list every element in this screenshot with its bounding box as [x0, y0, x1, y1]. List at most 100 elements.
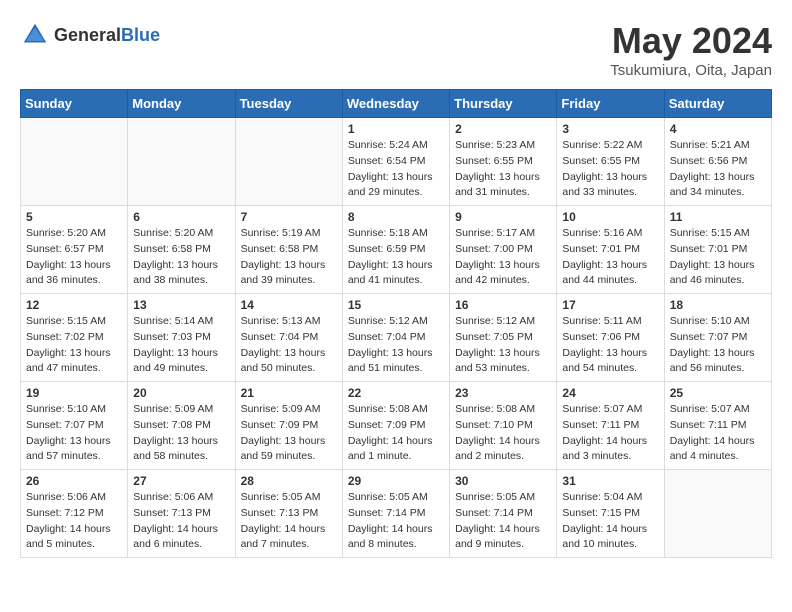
day-info: Sunrise: 5:18 AMSunset: 6:59 PMDaylight:… [348, 226, 444, 289]
day-number: 10 [562, 210, 658, 224]
day-number: 22 [348, 386, 444, 400]
day-number: 25 [670, 386, 766, 400]
calendar-day-cell: 31Sunrise: 5:04 AMSunset: 7:15 PMDayligh… [557, 470, 664, 558]
calendar-day-cell [128, 118, 235, 206]
day-number: 21 [241, 386, 337, 400]
calendar-day-cell: 4 Sunrise: 5:21 AMSunset: 6:56 PMDaylight… [664, 118, 771, 206]
calendar-week-row: 1 Sunrise: 5:24 AMSunset: 6:54 PMDaylight… [21, 118, 772, 206]
title-block: May 2024 Tsukumiura, Oita, Japan [610, 20, 772, 79]
day-info: Sunrise: 5:06 AMSunset: 7:13 PMDaylight:… [133, 490, 229, 553]
day-info: Sunrise: 5:15 AMSunset: 7:02 PMDaylight:… [26, 314, 122, 377]
day-info: Sunrise: 5:21 AMSunset: 6:56 PMDaylight:… [670, 138, 766, 201]
day-info: Sunrise: 5:19 AMSunset: 6:58 PMDaylight:… [241, 226, 337, 289]
day-info: Sunrise: 5:16 AMSunset: 7:01 PMDaylight:… [562, 226, 658, 289]
calendar-week-row: 12 Sunrise: 5:15 AMSunset: 7:02 PMDayligh… [21, 294, 772, 382]
day-number: 1 [348, 122, 444, 136]
calendar-day-cell: 13 Sunrise: 5:14 AMSunset: 7:03 PMDayligh… [128, 294, 235, 382]
day-number: 6 [133, 210, 229, 224]
calendar-day-cell: 17 Sunrise: 5:11 AMSunset: 7:06 PMDayligh… [557, 294, 664, 382]
calendar-day-cell: 25 Sunrise: 5:07 AMSunset: 7:11 PMDayligh… [664, 382, 771, 470]
logo-general: General [54, 25, 121, 46]
day-info: Sunrise: 5:08 AMSunset: 7:09 PMDaylight:… [348, 402, 444, 465]
day-info: Sunrise: 5:05 AMSunset: 7:13 PMDaylight:… [241, 490, 337, 553]
day-number: 7 [241, 210, 337, 224]
calendar-week-row: 26 Sunrise: 5:06 AMSunset: 7:12 PMDayligh… [21, 470, 772, 558]
day-number: 31 [562, 474, 658, 488]
day-number: 8 [348, 210, 444, 224]
day-number: 16 [455, 298, 551, 312]
day-info: Sunrise: 5:11 AMSunset: 7:06 PMDaylight:… [562, 314, 658, 377]
day-number: 14 [241, 298, 337, 312]
day-info: Sunrise: 5:20 AMSunset: 6:58 PMDaylight:… [133, 226, 229, 289]
day-info: Sunrise: 5:10 AMSunset: 7:07 PMDaylight:… [26, 402, 122, 465]
calendar-week-row: 19 Sunrise: 5:10 AMSunset: 7:07 PMDayligh… [21, 382, 772, 470]
logo-icon [20, 20, 50, 50]
calendar-week-row: 5 Sunrise: 5:20 AMSunset: 6:57 PMDaylight… [21, 206, 772, 294]
calendar-day-cell: 22 Sunrise: 5:08 AMSunset: 7:09 PMDayligh… [342, 382, 449, 470]
day-number: 5 [26, 210, 122, 224]
calendar-day-cell: 29Sunrise: 5:05 AMSunset: 7:14 PMDayligh… [342, 470, 449, 558]
day-number: 30 [455, 474, 551, 488]
day-number: 4 [670, 122, 766, 136]
weekday-header: Thursday [450, 90, 557, 118]
calendar-day-cell: 12 Sunrise: 5:15 AMSunset: 7:02 PMDayligh… [21, 294, 128, 382]
calendar-day-cell: 18 Sunrise: 5:10 AMSunset: 7:07 PMDayligh… [664, 294, 771, 382]
weekday-header-row: SundayMondayTuesdayWednesdayThursdayFrid… [21, 90, 772, 118]
day-number: 28 [241, 474, 337, 488]
day-info: Sunrise: 5:14 AMSunset: 7:03 PMDaylight:… [133, 314, 229, 377]
calendar-day-cell: 9 Sunrise: 5:17 AMSunset: 7:00 PMDaylight… [450, 206, 557, 294]
calendar-day-cell: 11Sunrise: 5:15 AMSunset: 7:01 PMDayligh… [664, 206, 771, 294]
day-number: 9 [455, 210, 551, 224]
day-number: 29 [348, 474, 444, 488]
day-number: 15 [348, 298, 444, 312]
calendar-subtitle: Tsukumiura, Oita, Japan [610, 62, 772, 79]
calendar-table: SundayMondayTuesdayWednesdayThursdayFrid… [20, 89, 772, 558]
day-info: Sunrise: 5:07 AMSunset: 7:11 PMDaylight:… [670, 402, 766, 465]
day-info: Sunrise: 5:23 AMSunset: 6:55 PMDaylight:… [455, 138, 551, 201]
calendar-day-cell: 28 Sunrise: 5:05 AMSunset: 7:13 PMDayligh… [235, 470, 342, 558]
day-number: 27 [133, 474, 229, 488]
day-number: 17 [562, 298, 658, 312]
logo-text: General Blue [54, 25, 160, 46]
calendar-day-cell: 7 Sunrise: 5:19 AMSunset: 6:58 PMDaylight… [235, 206, 342, 294]
day-info: Sunrise: 5:05 AMSunset: 7:14 PMDaylight:… [455, 490, 551, 553]
day-info: Sunrise: 5:22 AMSunset: 6:55 PMDaylight:… [562, 138, 658, 201]
calendar-day-cell: 23Sunrise: 5:08 AMSunset: 7:10 PMDayligh… [450, 382, 557, 470]
calendar-day-cell [21, 118, 128, 206]
day-info: Sunrise: 5:20 AMSunset: 6:57 PMDaylight:… [26, 226, 122, 289]
day-number: 2 [455, 122, 551, 136]
calendar-day-cell: 26 Sunrise: 5:06 AMSunset: 7:12 PMDayligh… [21, 470, 128, 558]
day-number: 20 [133, 386, 229, 400]
day-info: Sunrise: 5:07 AMSunset: 7:11 PMDaylight:… [562, 402, 658, 465]
calendar-day-cell: 19 Sunrise: 5:10 AMSunset: 7:07 PMDayligh… [21, 382, 128, 470]
day-info: Sunrise: 5:17 AMSunset: 7:00 PMDaylight:… [455, 226, 551, 289]
calendar-day-cell: 20 Sunrise: 5:09 AMSunset: 7:08 PMDayligh… [128, 382, 235, 470]
logo-blue: Blue [121, 25, 160, 46]
calendar-day-cell: 8 Sunrise: 5:18 AMSunset: 6:59 PMDaylight… [342, 206, 449, 294]
day-number: 24 [562, 386, 658, 400]
calendar-day-cell [235, 118, 342, 206]
day-number: 23 [455, 386, 551, 400]
calendar-day-cell: 10 Sunrise: 5:16 AMSunset: 7:01 PMDayligh… [557, 206, 664, 294]
day-number: 12 [26, 298, 122, 312]
calendar-day-cell: 2 Sunrise: 5:23 AMSunset: 6:55 PMDaylight… [450, 118, 557, 206]
weekday-header: Tuesday [235, 90, 342, 118]
calendar-day-cell: 3Sunrise: 5:22 AMSunset: 6:55 PMDaylight… [557, 118, 664, 206]
weekday-header: Monday [128, 90, 235, 118]
day-info: Sunrise: 5:24 AMSunset: 6:54 PMDaylight:… [348, 138, 444, 201]
day-info: Sunrise: 5:06 AMSunset: 7:12 PMDaylight:… [26, 490, 122, 553]
day-info: Sunrise: 5:12 AMSunset: 7:05 PMDaylight:… [455, 314, 551, 377]
day-info: Sunrise: 5:09 AMSunset: 7:08 PMDaylight:… [133, 402, 229, 465]
day-number: 13 [133, 298, 229, 312]
calendar-day-cell: 16 Sunrise: 5:12 AMSunset: 7:05 PMDayligh… [450, 294, 557, 382]
calendar-day-cell: 5 Sunrise: 5:20 AMSunset: 6:57 PMDaylight… [21, 206, 128, 294]
day-number: 18 [670, 298, 766, 312]
day-info: Sunrise: 5:12 AMSunset: 7:04 PMDaylight:… [348, 314, 444, 377]
calendar-day-cell: 14 Sunrise: 5:13 AMSunset: 7:04 PMDayligh… [235, 294, 342, 382]
day-info: Sunrise: 5:10 AMSunset: 7:07 PMDaylight:… [670, 314, 766, 377]
page-header: General Blue May 2024 Tsukumiura, Oita, … [20, 20, 772, 79]
day-number: 19 [26, 386, 122, 400]
calendar-day-cell: 1 Sunrise: 5:24 AMSunset: 6:54 PMDaylight… [342, 118, 449, 206]
day-number: 26 [26, 474, 122, 488]
day-info: Sunrise: 5:13 AMSunset: 7:04 PMDaylight:… [241, 314, 337, 377]
